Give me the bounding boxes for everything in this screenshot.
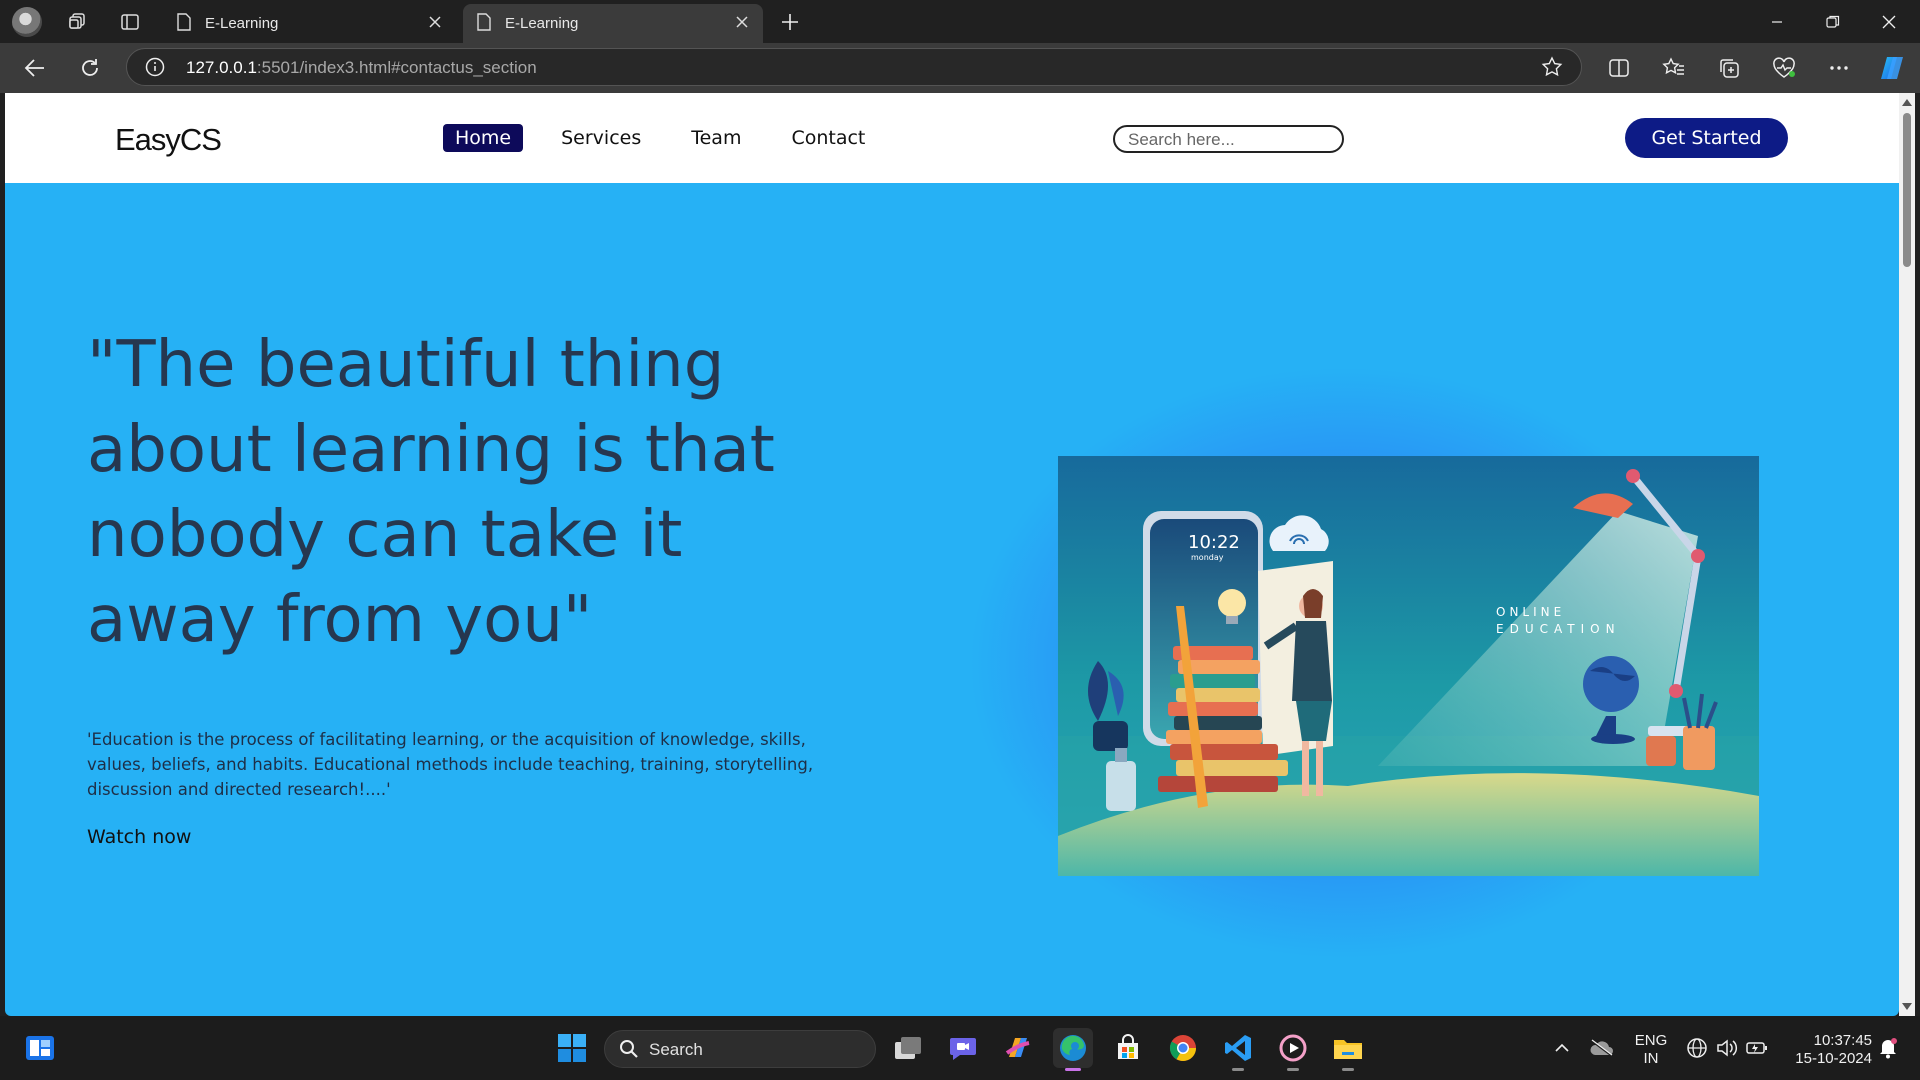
browser-essentials-icon[interactable] [1769,53,1799,83]
battery-icon[interactable] [1737,1028,1777,1068]
media-player-icon[interactable] [1273,1028,1313,1071]
tab-title: E-Learning [205,15,279,32]
clock[interactable]: 10:37:45 15-10-2024 [1782,1032,1872,1068]
favorites-icon[interactable] [1659,53,1689,83]
chrome-icon[interactable] [1163,1028,1203,1068]
nav-contact[interactable]: Contact [779,124,877,152]
window-border-right [1915,93,1920,1016]
site-logo[interactable]: EasyCS [115,122,222,158]
get-started-button[interactable]: Get Started [1625,118,1788,158]
start-icon[interactable] [552,1028,592,1068]
page-icon [477,12,491,35]
teams-chat-icon[interactable] [943,1028,983,1068]
browser-toolbar: 127.0.0.1:5501/index3.html#contactus_sec… [0,43,1920,93]
widgets-icon[interactable] [20,1028,60,1068]
running-indicator [1287,1068,1299,1071]
split-screen-icon[interactable] [1604,53,1634,83]
collections-icon[interactable] [1714,53,1744,83]
illustration-heading-line1: ONLINE [1496,605,1565,619]
windows-taskbar: Search ENG IN 10:37:45 15-10-2024 [0,1016,1920,1080]
scroll-down-icon[interactable] [1902,1003,1912,1010]
search-input[interactable]: Search here... [1113,125,1344,153]
taskbar-search-label: Search [649,1040,703,1059]
clock-day: monday [1191,553,1224,562]
site-header: EasyCS Home Services Team Contact Search… [5,93,1899,183]
copilot-taskbar-icon[interactable] [998,1028,1038,1068]
profile-avatar[interactable] [12,7,42,37]
language-line2: IN [1643,1050,1659,1067]
task-view-icon[interactable] [888,1028,928,1068]
clock-date: 15-10-2024 [1795,1050,1872,1067]
onedrive-icon[interactable] [1582,1028,1622,1068]
show-hidden-icons[interactable] [1542,1028,1582,1068]
address-bar[interactable]: 127.0.0.1:5501/index3.html#contactus_sec… [126,48,1582,86]
url-text: 127.0.0.1:5501/index3.html#contactus_sec… [186,58,537,78]
back-icon[interactable] [20,53,50,83]
close-tab-icon[interactable] [735,15,749,33]
illustration-heading-line2: EDUCATION [1496,622,1621,636]
running-indicator [1342,1068,1354,1071]
vscode-icon[interactable] [1218,1028,1258,1071]
url-path: :5501/index3.html#contactus_section [256,58,537,77]
site-info-icon[interactable] [145,57,165,81]
cup [1646,736,1676,766]
restore-icon[interactable] [1810,8,1856,36]
browser-tab-bar: E-Learning E-Learning [0,0,1920,43]
tab-inactive[interactable]: E-Learning [163,4,456,43]
main-nav: Home Services Team Contact [443,124,903,152]
running-indicator [1232,1068,1244,1071]
more-options-icon[interactable] [1824,53,1854,83]
edge-browser-icon[interactable] [1053,1028,1093,1071]
language-indicator[interactable]: ENG IN [1628,1032,1674,1068]
minimize-icon[interactable] [1754,8,1800,36]
hero-description: 'Education is the process of facilitatin… [87,730,814,799]
favorite-star-icon[interactable] [1541,56,1563,82]
close-tab-icon[interactable] [428,15,442,33]
search-icon [619,1039,639,1063]
new-tab-icon[interactable] [776,8,804,36]
language-line1: ENG [1634,1032,1668,1049]
online-education-illustration: 10:22 monday ONLINE EDUCATION [1058,456,1759,876]
clock-time: 10:37:45 [1813,1032,1872,1049]
clock-time: 10:22 [1188,532,1240,553]
tab-title: E-Learning [505,15,579,32]
nav-team[interactable]: Team [679,124,753,152]
scroll-up-icon[interactable] [1902,99,1912,106]
microsoft-store-icon[interactable] [1108,1028,1148,1068]
copilot-icon[interactable] [1877,53,1907,83]
active-indicator [1065,1068,1081,1071]
workspaces-icon[interactable] [63,8,91,36]
notifications-bell-icon[interactable] [1868,1028,1908,1068]
page-viewport: EasyCS Home Services Team Contact Search… [5,93,1899,1016]
refresh-icon[interactable] [75,53,105,83]
taskbar-search[interactable]: Search [604,1030,876,1068]
page-icon [177,12,191,35]
close-window-icon[interactable] [1866,8,1912,36]
scrollbar-thumb[interactable] [1903,113,1911,267]
vertical-tabs-icon[interactable] [116,8,144,36]
url-host: 127.0.0.1 [186,58,257,77]
file-explorer-icon[interactable] [1328,1028,1368,1071]
nav-home[interactable]: Home [443,124,524,152]
page-scrollbar[interactable] [1899,93,1915,1016]
watch-now-link[interactable]: Watch now [87,826,191,848]
nav-services[interactable]: Services [549,124,653,152]
hero-quote: "The beautiful thing about learning is t… [87,328,775,657]
pencil-holder [1683,726,1715,770]
tab-active[interactable]: E-Learning [463,4,763,43]
